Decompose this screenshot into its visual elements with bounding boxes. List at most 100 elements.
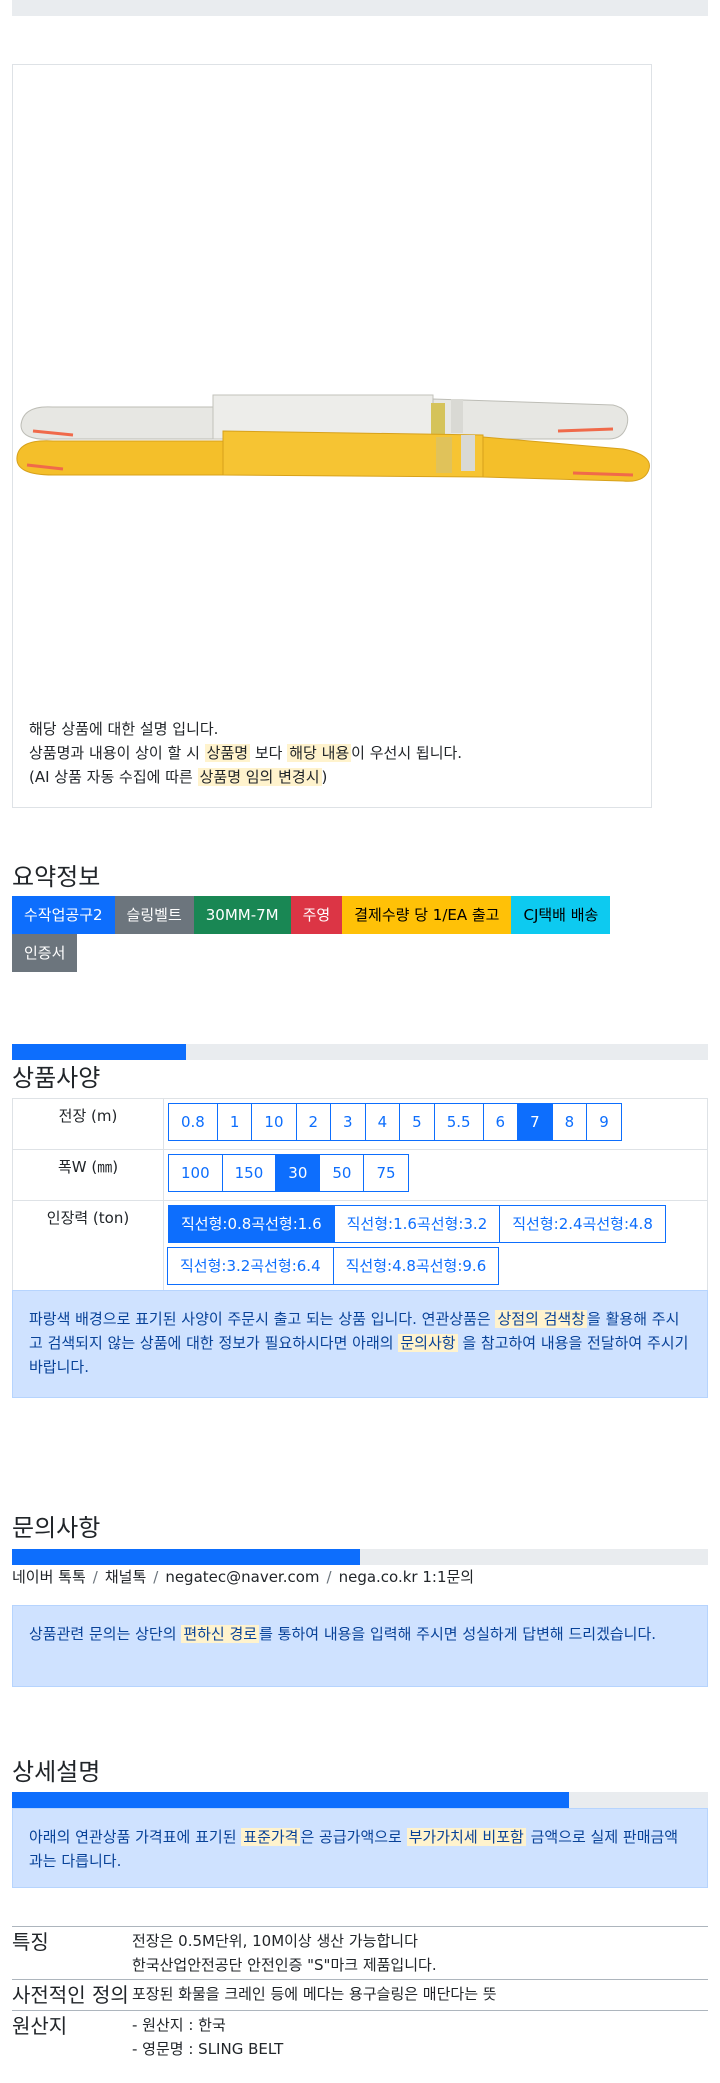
desc-line-2: 상품명과 내용이 상이 할 시 상품명 보다 해당 내용 이 우선시 됩니다. (29, 741, 462, 765)
top-progress-track (12, 0, 708, 16)
spec-option-button[interactable]: 8 (551, 1103, 588, 1141)
details-title: 상세설명 (12, 1758, 101, 1786)
desc-text: 이 우선시 됩니다. (351, 744, 463, 762)
spec-option-button[interactable]: 2 (295, 1103, 332, 1141)
spec-options: 100 150 30 50 75 (163, 1149, 708, 1201)
summary-badge: CJ택배 배송 (511, 896, 611, 934)
option-group: 직선형:0.8곡선형:1.6 직선형:1.6곡선형:3.2 직선형:2.4곡선형:4… (167, 1205, 707, 1289)
link-separator: / (92, 1568, 98, 1586)
spec-row: 전장 (m) 0.8 1 10 2 3 4 5 5.5 6 7 8 9 (12, 1098, 708, 1150)
notice-text: 아래의 연관상품 가격표에 표기된 (29, 1828, 242, 1846)
spec-option-button[interactable]: 4 (364, 1103, 401, 1141)
highlight-standard-price: 표준가격 (241, 1828, 301, 1846)
spec-option-button[interactable]: 직선형:1.6곡선형:3.2 (333, 1205, 501, 1243)
spec-option-button[interactable]: 150 (221, 1154, 277, 1192)
detail-value-line: 전장은 0.5M단위, 10M이상 생산 가능합니다 (132, 1932, 418, 1950)
spec-options: 직선형:0.8곡선형:1.6 직선형:1.6곡선형:3.2 직선형:2.4곡선형:4… (163, 1200, 708, 1294)
highlight-route: 편하신 경로 (181, 1625, 260, 1643)
details-table: 특징 전장은 0.5M단위, 10M이상 생산 가능합니다한국산업안전공단 안전인… (12, 1926, 708, 2063)
spec-table: 전장 (m) 0.8 1 10 2 3 4 5 5.5 6 7 8 9 폭W (㎜) 100 150 30 50 7… (12, 1098, 708, 1294)
spec-option-button[interactable]: 1 (216, 1103, 253, 1141)
highlight-content: 해당 내용 (287, 744, 352, 762)
link-separator: / (153, 1568, 159, 1586)
link-separator: / (326, 1568, 332, 1586)
detail-key: 특징 (12, 1926, 132, 1980)
inquiry-notice: 상품관련 문의는 상단의 편하신 경로 를 통하여 내용을 입력해 주시면 성실하… (12, 1605, 708, 1687)
spec-label: 인장력 (ton) (12, 1200, 164, 1294)
detail-value-line: - 영문명 : SLING BELT (132, 2040, 284, 2058)
summary-badge: 결제수량 당 1/EA 출고 (342, 896, 512, 934)
detail-row: 특징 전장은 0.5M단위, 10M이상 생산 가능합니다한국산업안전공단 안전인… (12, 1926, 708, 1980)
detail-value: 전장은 0.5M단위, 10M이상 생산 가능합니다한국산업안전공단 안전인증 … (132, 1926, 708, 1980)
spec-label: 전장 (m) (12, 1098, 164, 1150)
sling-belt-image (16, 394, 650, 482)
detail-value-line: - 원산지 : 한국 (132, 2016, 226, 2034)
details-progress (12, 1792, 708, 1808)
spec-option-button[interactable]: 3 (330, 1103, 366, 1141)
spec-option-button[interactable]: 7 (517, 1103, 553, 1141)
summary-progress (12, 1044, 708, 1060)
spec-option-button[interactable]: 직선형:2.4곡선형:4.8 (499, 1205, 666, 1243)
spec-option-button[interactable]: 10 (251, 1103, 297, 1141)
inquiry-title: 문의사항 (12, 1514, 101, 1542)
spec-option-button[interactable]: 0.8 (168, 1103, 218, 1141)
contact-link[interactable]: 네이버 톡톡 (12, 1568, 86, 1586)
desc-text: (AI 상품 자동 수집에 따른 (29, 768, 198, 786)
product-description: 해당 상품에 대한 설명 입니다. 상품명과 내용이 상이 할 시 상품명 보다… (29, 717, 462, 789)
spec-option-button[interactable]: 직선형:4.8곡선형:9.6 (332, 1247, 500, 1285)
spec-option-button[interactable]: 50 (319, 1154, 365, 1192)
summary-badge: 수작업공구2 (12, 896, 115, 934)
specs-title: 상품사양 (12, 1064, 101, 1092)
contact-link[interactable]: nega.co.kr 1:1문의 (339, 1568, 475, 1586)
spec-notice: 파랑색 배경으로 표기된 사양이 주문시 출고 되는 상품 입니다. 연관상품은… (12, 1290, 708, 1398)
option-group: 100 150 30 50 75 (168, 1154, 707, 1196)
detail-row: 사전적인 정의 포장된 화물을 크레인 등에 메다는 용구슬링은 매단다는 뜻 (12, 1979, 708, 2011)
contact-link[interactable]: 채널톡 (105, 1568, 146, 1586)
detail-value: 포장된 화물을 크레인 등에 메다는 용구슬링은 매단다는 뜻 (132, 1979, 708, 2011)
spec-option-button[interactable]: 직선형:0.8곡선형:1.6 (168, 1205, 335, 1243)
spec-label: 폭W (㎜) (12, 1149, 164, 1201)
notice-text: 파랑색 배경으로 표기된 사양이 주문시 출고 되는 상품 입니다. 연관상품은 (29, 1310, 496, 1328)
spec-row: 폭W (㎜) 100 150 30 50 75 (12, 1149, 708, 1201)
highlight-search: 상점의 검색창 (495, 1310, 588, 1328)
summary-badges: 수작업공구2 슬링벨트 30MM-7M 주영 결제수량 당 1/EA 출고 CJ택배 배송… (12, 896, 652, 972)
spec-option-button[interactable]: 5.5 (433, 1103, 484, 1141)
contact-link[interactable]: negatec@naver.com (165, 1568, 319, 1586)
detail-key: 원산지 (12, 2010, 132, 2063)
product-image-card: 해당 상품에 대한 설명 입니다. 상품명과 내용이 상이 할 시 상품명 보다… (12, 64, 652, 808)
summary-badge: 주영 (290, 896, 343, 934)
contact-links: 네이버 톡톡 / 채널톡 / negatec@naver.com / nega.co.kr … (12, 1566, 474, 1587)
spec-row: 인장력 (ton) 직선형:0.8곡선형:1.6 직선형:1.6곡선형:3.2 직선형… (12, 1200, 708, 1294)
spec-option-button[interactable]: 5 (399, 1103, 435, 1141)
desc-text: ) (321, 768, 328, 786)
detail-value-line: 한국산업안전공단 안전인증 "S"마크 제품입니다. (132, 1956, 437, 1974)
spec-option-button[interactable]: 9 (586, 1103, 622, 1141)
spec-option-button[interactable]: 6 (482, 1103, 519, 1141)
highlight-product-name: 상품명 (204, 744, 251, 762)
spec-option-button[interactable]: 75 (363, 1154, 409, 1192)
spec-option-button[interactable]: 100 (168, 1154, 223, 1192)
notice-text: 은 공급가액으로 (300, 1828, 407, 1846)
highlight-inquiry: 문의사항 (398, 1334, 458, 1352)
spec-option-button[interactable]: 직선형:3.2곡선형:6.4 (167, 1247, 334, 1285)
inquiry-progress-bar (12, 1549, 360, 1565)
notice-text: 를 통하여 내용을 입력해 주시면 성실하게 답변해 드리겠습니다. (259, 1625, 657, 1643)
spec-option-button[interactable]: 30 (275, 1154, 321, 1192)
detail-value-line: 포장된 화물을 크레인 등에 메다는 용구슬링은 매단다는 뜻 (132, 1985, 497, 2003)
details-progress-bar (12, 1792, 569, 1808)
desc-line-3: (AI 상품 자동 수집에 따른 상품명 임의 변경시) (29, 765, 462, 789)
detail-value: - 원산지 : 한국 - 영문명 : SLING BELT (132, 2010, 708, 2063)
summary-badge: 30MM-7M (193, 896, 291, 934)
summary-title: 요약정보 (12, 863, 101, 891)
desc-text: 상품명과 내용이 상이 할 시 (29, 744, 205, 762)
desc-text: 보다 (250, 744, 288, 762)
option-group: 0.8 1 10 2 3 4 5 5.5 6 7 8 9 (168, 1103, 707, 1145)
details-notice: 아래의 연관상품 가격표에 표기된 표준가격 은 공급가액으로 부가가치세 비포함… (12, 1808, 708, 1888)
detail-row: 원산지 - 원산지 : 한국 - 영문명 : SLING BELT (12, 2010, 708, 2063)
highlight-rename: 상품명 임의 변경시 (197, 768, 322, 786)
summary-badge: 인증서 (12, 934, 78, 972)
detail-key: 사전적인 정의 (12, 1979, 132, 2011)
spec-options: 0.8 1 10 2 3 4 5 5.5 6 7 8 9 (163, 1098, 708, 1150)
inquiry-progress (12, 1549, 708, 1565)
desc-line-1: 해당 상품에 대한 설명 입니다. (29, 720, 219, 738)
